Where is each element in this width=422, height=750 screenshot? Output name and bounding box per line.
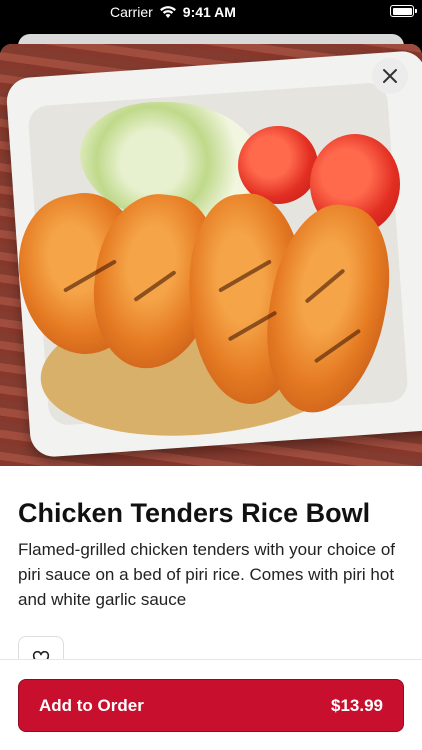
item-detail-sheet: Chicken Tenders Rice Bowl Flamed-grilled…: [0, 44, 422, 750]
status-left: Carrier 9:41 AM: [110, 4, 236, 20]
close-icon: [383, 69, 397, 83]
item-description: Flamed-grilled chicken tenders with your…: [18, 540, 396, 609]
clock-label: 9:41 AM: [182, 4, 236, 20]
item-title: Chicken Tenders Rice Bowl: [18, 498, 371, 528]
battery-icon: [390, 5, 417, 17]
price-label: $13.99: [331, 695, 383, 715]
close-button[interactable]: [372, 58, 408, 94]
status-bar: Carrier 9:41 AM: [0, 0, 422, 24]
item-photo: [0, 44, 422, 466]
carrier-label: Carrier: [110, 4, 153, 20]
wifi-icon: [159, 6, 176, 18]
add-to-order-button[interactable]: Add to Order $13.99: [18, 679, 404, 732]
add-to-order-label: Add to Order: [39, 695, 144, 715]
screen: Carrier 9:41 AM Chicken Tenders Rice Bow…: [0, 0, 422, 750]
